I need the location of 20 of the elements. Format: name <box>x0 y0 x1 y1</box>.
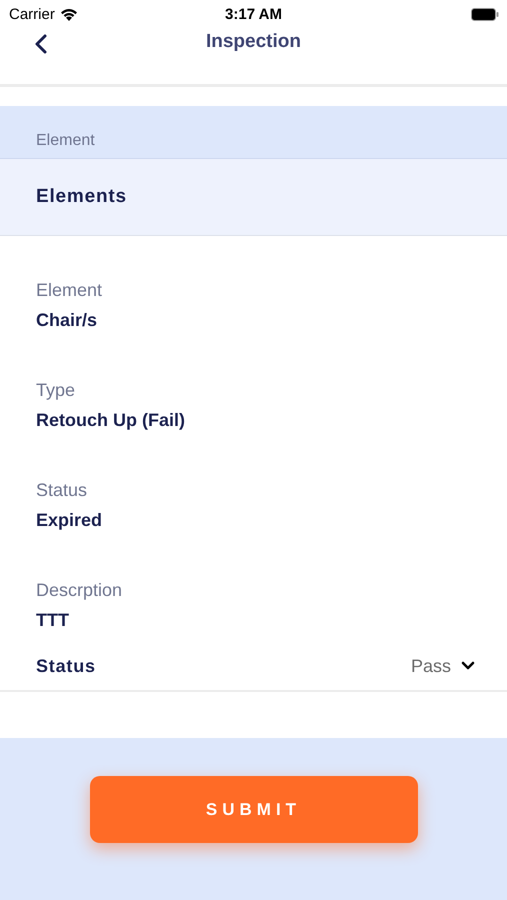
battery-icon <box>471 8 499 20</box>
chevron-down-icon <box>461 661 475 671</box>
status-label: Status <box>36 656 96 676</box>
field-value: Expired <box>36 510 104 531</box>
clock-time: 3:17 AM <box>225 6 282 22</box>
section-item[interactable]: Elements <box>0 159 507 236</box>
field-label: Type <box>36 379 76 402</box>
field-value: Chair/s <box>36 310 98 331</box>
field-label: Element <box>36 279 104 302</box>
status-dropdown[interactable]: Pass <box>410 656 475 676</box>
wifi-icon <box>60 8 78 20</box>
carrier-label: Carrier <box>9 6 55 22</box>
field-label: Status <box>36 479 88 502</box>
screen-title: Inspection <box>206 31 301 53</box>
submit-button[interactable]: SUBMIT <box>90 776 418 843</box>
field-value: Retouch Up (Fail) <box>36 410 186 431</box>
section-header-label: Element <box>36 132 95 150</box>
field-value: TTT <box>36 610 70 631</box>
back-button[interactable] <box>34 34 48 54</box>
field-label: Descrption <box>36 579 124 602</box>
